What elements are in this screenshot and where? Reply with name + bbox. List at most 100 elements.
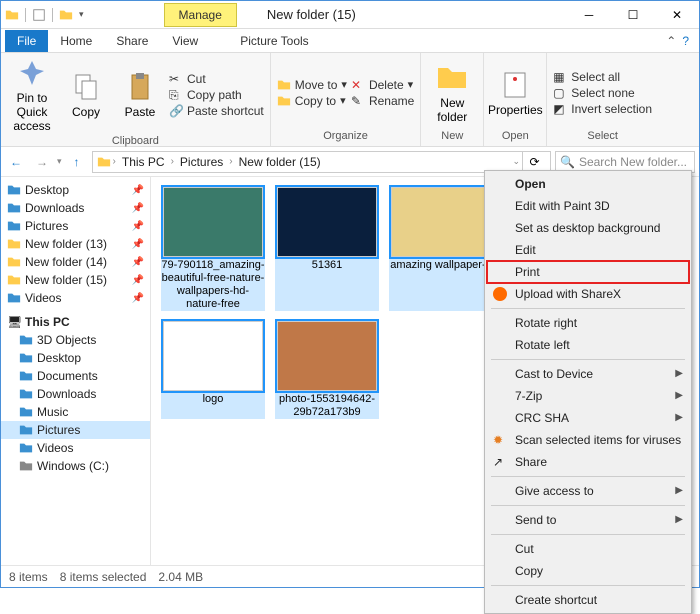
file-thumbnail[interactable]: amazing wallpaper-1 xyxy=(389,187,493,311)
tree-item[interactable]: Videos xyxy=(1,439,150,457)
collapse-ribbon-icon[interactable]: ⌃ xyxy=(666,34,676,48)
group-label: Organize xyxy=(277,128,415,142)
tab-home[interactable]: Home xyxy=(48,30,104,52)
tree-item[interactable]: Pictures xyxy=(1,421,150,439)
address-bar[interactable]: › This PC › Pictures › New folder (15) ⌄… xyxy=(92,151,551,173)
folder-icon xyxy=(97,155,111,169)
select-none-button[interactable]: ▢Select none xyxy=(553,86,652,100)
properties-button[interactable]: Properties xyxy=(490,69,540,117)
status-count: 8 items xyxy=(9,570,48,584)
tree-item[interactable]: Videos📌 xyxy=(1,289,150,307)
properties-label: Properties xyxy=(488,103,543,117)
menu-item[interactable]: ↗Share xyxy=(487,451,689,473)
tree-item[interactable]: New folder (14)📌 xyxy=(1,253,150,271)
tree-item[interactable]: Pictures📌 xyxy=(1,217,150,235)
menu-item[interactable]: Rotate right xyxy=(487,312,689,334)
tab-file[interactable]: File xyxy=(5,30,48,52)
chevron-right-icon[interactable]: › xyxy=(171,156,174,167)
new-folder-icon xyxy=(436,62,468,94)
menu-item[interactable]: Edit with Paint 3D xyxy=(487,195,689,217)
addr-dropdown-icon[interactable]: ⌄ xyxy=(512,156,520,167)
tree-item[interactable]: New folder (13)📌 xyxy=(1,235,150,253)
menu-item[interactable]: CRC SHA▶ xyxy=(487,407,689,429)
menu-item[interactable]: Edit xyxy=(487,239,689,261)
new-folder-label: New folder xyxy=(427,96,477,124)
menu-item[interactable]: Give access to▶ xyxy=(487,480,689,502)
menu-item[interactable]: Set as desktop background xyxy=(487,217,689,239)
move-to-button[interactable]: Move to▾ xyxy=(277,78,347,92)
tab-share[interactable]: Share xyxy=(104,30,160,52)
rename-button[interactable]: ✎Rename xyxy=(351,94,414,108)
image-preview xyxy=(277,187,377,257)
paste-shortcut-button[interactable]: 🔗Paste shortcut xyxy=(169,104,264,118)
tree-item[interactable]: 3D Objects xyxy=(1,331,150,349)
tab-view[interactable]: View xyxy=(160,30,210,52)
menu-item[interactable]: Rotate left xyxy=(487,334,689,356)
status-size: 2.04 MB xyxy=(158,570,203,584)
history-dropdown-icon[interactable]: ▾ xyxy=(57,156,62,167)
menu-item[interactable]: Print xyxy=(487,261,689,283)
chevron-right-icon[interactable]: › xyxy=(229,156,232,167)
group-select: ▦Select all ▢Select none ◩Invert selecti… xyxy=(547,53,658,146)
file-thumbnail[interactable]: 51361 xyxy=(275,187,379,311)
group-label: New xyxy=(427,128,477,142)
crumb-current[interactable]: New folder (15) xyxy=(235,155,325,169)
close-button[interactable]: ✕ xyxy=(655,1,699,29)
context-menu[interactable]: OpenEdit with Paint 3DSet as desktop bac… xyxy=(484,170,692,614)
status-selected: 8 items selected xyxy=(60,570,147,584)
file-thumbnail[interactable]: photo-1553194642-29b72a173b9 xyxy=(275,321,379,419)
cut-button[interactable]: ✂Cut xyxy=(169,72,264,86)
copy-button[interactable]: Copy xyxy=(61,71,111,119)
tree-item[interactable]: Downloads xyxy=(1,385,150,403)
chevron-right-icon[interactable]: › xyxy=(113,156,116,167)
nav-tree[interactable]: Desktop📌Downloads📌Pictures📌New folder (1… xyxy=(1,177,151,565)
tree-item[interactable]: Desktop xyxy=(1,349,150,367)
invert-selection-button[interactable]: ◩Invert selection xyxy=(553,102,652,116)
crumb-pictures[interactable]: Pictures xyxy=(176,155,227,169)
help-icon[interactable]: ? xyxy=(682,34,689,48)
properties-icon[interactable] xyxy=(32,8,46,22)
file-thumbnail[interactable]: logo xyxy=(161,321,265,419)
menu-item[interactable]: 7-Zip▶ xyxy=(487,385,689,407)
tree-item[interactable]: Windows (C:) xyxy=(1,457,150,475)
paste-shortcut-icon: 🔗 xyxy=(169,104,183,118)
tree-this-pc[interactable]: 🖥This PC xyxy=(1,313,150,331)
menu-item[interactable]: Upload with ShareX xyxy=(487,283,689,305)
select-none-icon: ▢ xyxy=(553,86,567,100)
pin-quick-access-button[interactable]: Pin to Quick access xyxy=(7,57,57,133)
qat-sep2 xyxy=(52,8,53,22)
forward-button[interactable]: → xyxy=(31,151,53,173)
move-to-icon xyxy=(277,78,291,92)
paste-button[interactable]: Paste xyxy=(115,71,165,119)
folder-icon[interactable] xyxy=(59,8,73,22)
file-thumbnail[interactable]: 79-790118_amazing-beautiful-free-nature-… xyxy=(161,187,265,311)
menu-item[interactable]: Copy xyxy=(487,560,689,582)
menu-item[interactable]: Open xyxy=(487,173,689,195)
tree-item[interactable]: New folder (15)📌 xyxy=(1,271,150,289)
select-all-button[interactable]: ▦Select all xyxy=(553,70,652,84)
menu-item[interactable]: Create shortcut xyxy=(487,589,689,611)
tree-item[interactable]: Documents xyxy=(1,367,150,385)
new-folder-button[interactable]: New folder xyxy=(427,62,477,124)
up-button[interactable]: ↑ xyxy=(66,151,88,173)
paste-icon xyxy=(124,71,156,103)
qat-dropdown-icon[interactable]: ▾ xyxy=(79,9,84,20)
tree-item[interactable]: Desktop📌 xyxy=(1,181,150,199)
menu-item[interactable]: Cast to Device▶ xyxy=(487,363,689,385)
delete-button[interactable]: ✕Delete▾ xyxy=(351,78,414,92)
minimize-button[interactable]: ─ xyxy=(567,1,611,29)
back-button[interactable]: ← xyxy=(5,151,27,173)
menu-item[interactable]: Send to▶ xyxy=(487,509,689,531)
tree-item[interactable]: Downloads📌 xyxy=(1,199,150,217)
pin-icon: 📌 xyxy=(132,221,144,232)
menu-item[interactable]: Cut xyxy=(487,538,689,560)
copy-icon xyxy=(70,71,102,103)
crumb-this-pc[interactable]: This PC xyxy=(118,155,169,169)
menu-item[interactable]: ✹Scan selected items for viruses xyxy=(487,429,689,451)
contextual-tab-manage[interactable]: Manage xyxy=(164,3,237,27)
copy-to-button[interactable]: Copy to▾ xyxy=(277,94,347,108)
tree-item[interactable]: Music xyxy=(1,403,150,421)
tab-picture-tools[interactable]: Picture Tools xyxy=(228,30,320,52)
copy-path-button[interactable]: ⎘Copy path xyxy=(169,88,264,102)
maximize-button[interactable]: ☐ xyxy=(611,1,655,29)
